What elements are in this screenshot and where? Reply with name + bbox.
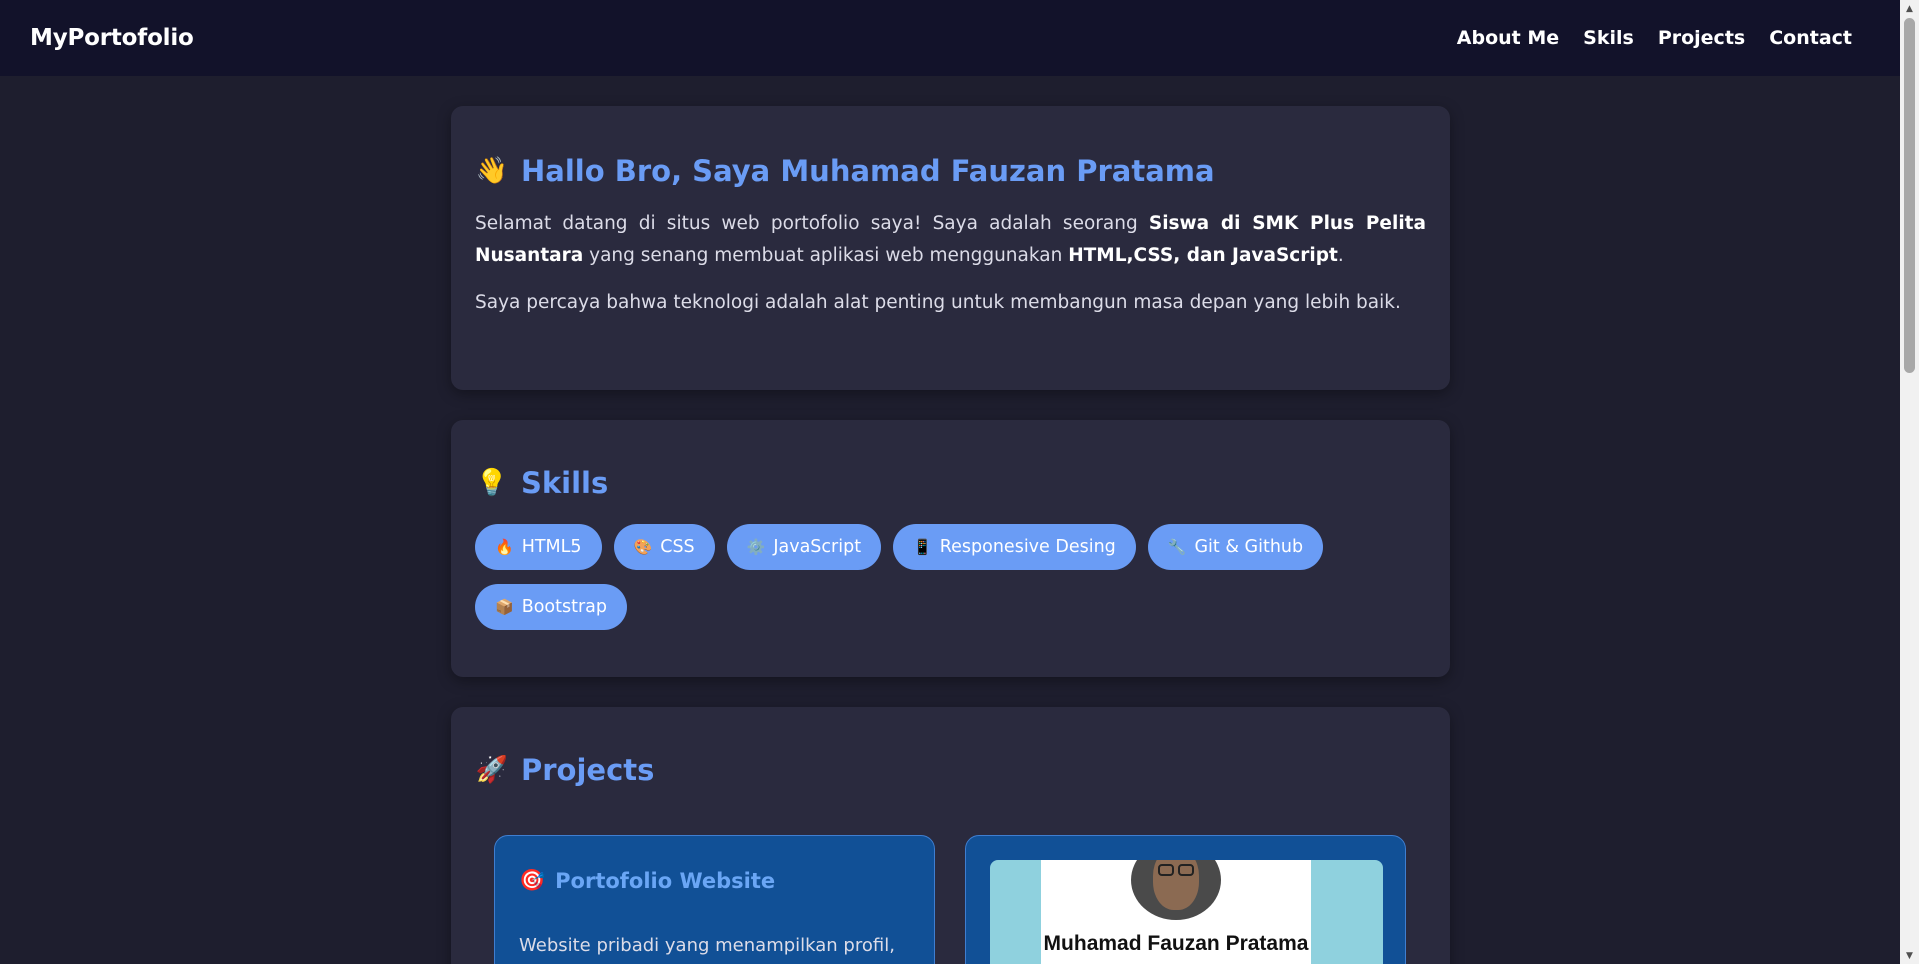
gear-icon: ⚙️	[746, 538, 766, 556]
fire-icon: 🔥	[495, 538, 514, 556]
about-p1-c: yang senang membuat aplikasi web menggun…	[583, 245, 1069, 266]
avatar-glasses-right	[1178, 864, 1194, 876]
palette-icon: 🎨	[633, 538, 653, 556]
project-description: Website pribadi yang menampilkan profil,	[519, 935, 895, 956]
skill-badge-html5: 🔥 HTML5	[475, 524, 602, 570]
about-p1-tech: HTML,CSS, dan JavaScript	[1068, 245, 1338, 266]
package-icon: 📦	[495, 598, 514, 616]
skill-label: Git & Github	[1194, 537, 1304, 557]
skills-title: 💡 Skills	[475, 466, 1426, 500]
wrench-icon: 🔧	[1167, 538, 1187, 556]
skill-badge-javascript: ⚙️ JavaScript	[726, 524, 882, 570]
nav-links: About Me Skils Projects Contact	[1457, 27, 1852, 49]
about-title-text: Hallo Bro, Saya Muhamad Fauzan Pratama	[521, 154, 1215, 188]
skills-title-text: Skills	[521, 466, 609, 500]
preview-page: Muhamad Fauzan Pratama	[1041, 860, 1311, 964]
about-title: 👋 Hallo Bro, Saya Muhamad Fauzan Pratama	[475, 154, 1426, 188]
skill-label: JavaScript	[773, 537, 862, 557]
project-card-preview[interactable]: Muhamad Fauzan Pratama	[965, 835, 1406, 964]
skill-badge-git: 🔧 Git & Github	[1147, 524, 1324, 570]
nav-link-projects[interactable]: Projects	[1658, 27, 1745, 49]
about-paragraph-1: Selamat datang di situs web portofolio s…	[475, 208, 1426, 272]
skill-badge-css: 🎨 CSS	[613, 524, 715, 570]
scrollbar-thumb[interactable]	[1904, 18, 1915, 373]
avatar-glasses-left	[1158, 864, 1174, 876]
project-title: 🎯 Portofolio Website	[519, 868, 934, 893]
skill-label: Bootstrap	[521, 597, 607, 617]
rocket-icon: 🚀	[475, 755, 509, 785]
nav-link-contact[interactable]: Contact	[1769, 27, 1852, 49]
scrollbar[interactable]: ▲ ▼	[1900, 0, 1919, 964]
about-p1-a: Selamat datang di situs web portofolio s…	[475, 213, 1149, 234]
mobile-phone-icon: 📱	[913, 538, 932, 556]
skill-label: HTML5	[521, 537, 582, 557]
projects-section: 🚀 Projects 🎯 Portofolio Website Website …	[451, 707, 1450, 964]
skill-label: Responesive Desing	[939, 537, 1116, 557]
avatar	[1131, 860, 1221, 920]
scroll-up-arrow-icon[interactable]: ▲	[1900, 0, 1919, 17]
about-title-prefix: Hallo Bro, Saya	[521, 154, 781, 188]
waving-hand-icon: 👋	[475, 156, 509, 186]
nav-link-about[interactable]: About Me	[1457, 27, 1559, 49]
projects-title-text: Projects	[521, 753, 655, 787]
skill-badge-bootstrap: 📦 Bootstrap	[475, 584, 627, 630]
about-p1-e: .	[1337, 245, 1344, 266]
projects-title: 🚀 Projects	[475, 753, 1426, 787]
about-title-name: Muhamad Fauzan Pratama	[780, 154, 1215, 188]
preview-name: Muhamad Fauzan Pratama	[1043, 932, 1309, 955]
scroll-down-arrow-icon[interactable]: ▼	[1900, 947, 1919, 964]
brand-logo[interactable]: MyPortofolio	[30, 25, 194, 51]
skill-list: 🔥 HTML5 🎨 CSS ⚙️ JavaScript 📱 Responesive De…	[475, 524, 1375, 630]
nav-link-skills[interactable]: Skils	[1583, 27, 1634, 49]
skill-label: CSS	[660, 537, 695, 557]
project-preview-image: Muhamad Fauzan Pratama	[990, 860, 1383, 964]
about-paragraph-2: Saya percaya bahwa teknologi adalah alat…	[475, 292, 1401, 313]
skills-section: 💡 Skills 🔥 HTML5 🎨 CSS ⚙️ JavaScript 📱 Respo…	[451, 420, 1450, 677]
about-section: 👋 Hallo Bro, Saya Muhamad Fauzan Pratama…	[451, 106, 1450, 390]
light-bulb-icon: 💡	[475, 468, 509, 498]
skill-badge-responsive: 📱 Responesive Desing	[893, 524, 1136, 570]
target-icon: 🎯	[519, 868, 546, 892]
project-title-text: Portofolio Website	[555, 868, 776, 893]
navbar: MyPortofolio About Me Skils Projects Con…	[0, 0, 1900, 76]
project-card-portfolio[interactable]: 🎯 Portofolio Website Website pribadi yan…	[494, 835, 935, 964]
